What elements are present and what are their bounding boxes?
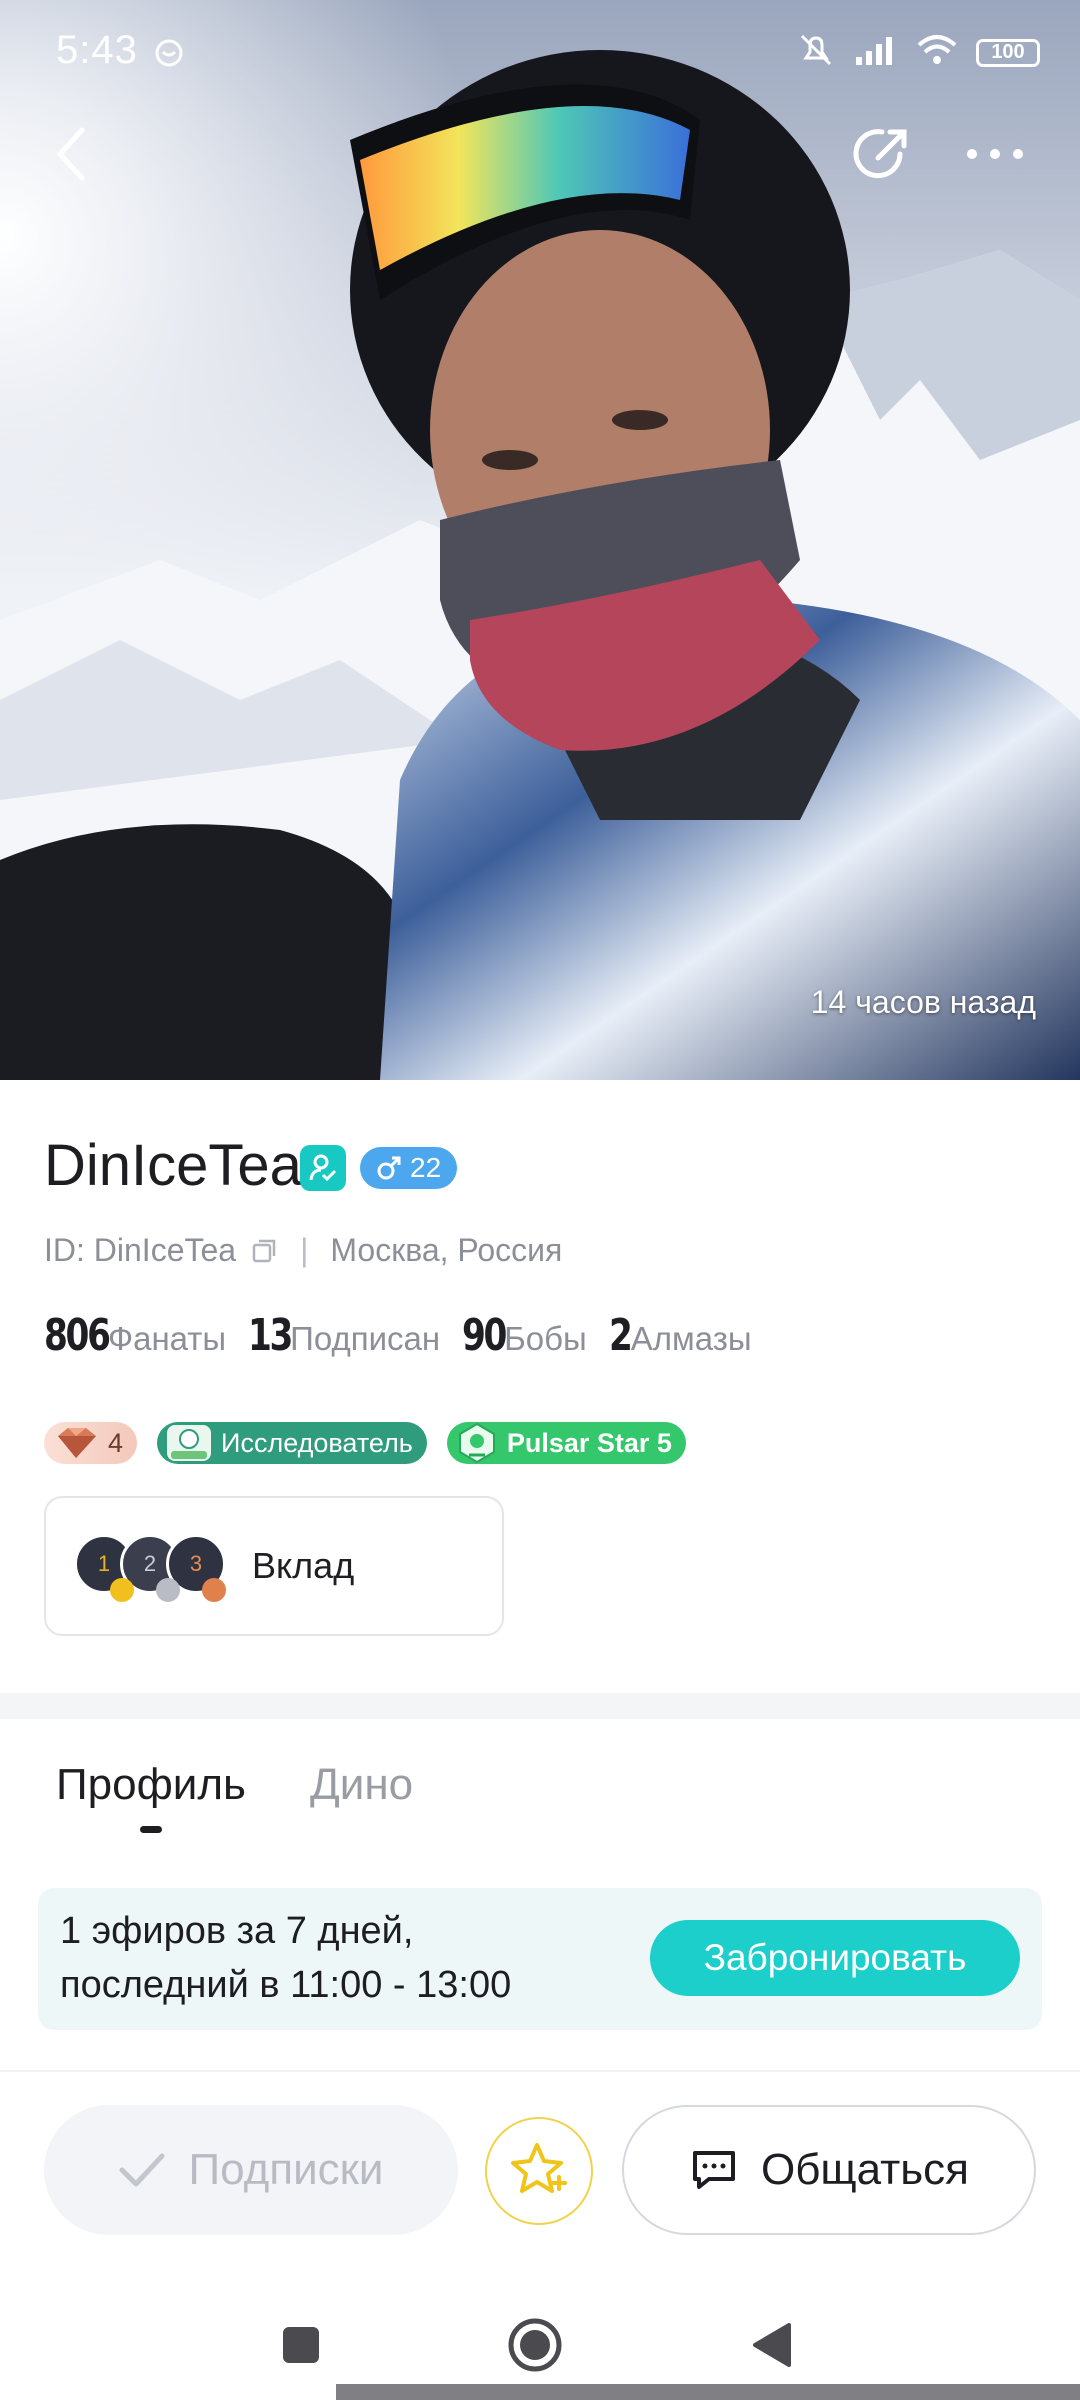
user-location: Москва, Россия [330, 1232, 563, 1268]
back-button[interactable] [32, 114, 112, 194]
triangle-back-icon [753, 2323, 791, 2367]
profile-tabs: Профиль Дино [0, 1760, 1080, 1840]
explorer-icon [167, 1425, 212, 1461]
status-time: 5:43 [56, 28, 138, 72]
id-separator: | [300, 1232, 309, 1268]
check-icon [119, 2153, 165, 2187]
section-divider [0, 1693, 1080, 1719]
status-icons: 100 [796, 30, 1040, 75]
share-icon [853, 129, 907, 179]
copy-icon[interactable] [250, 1237, 278, 1265]
download-icon [152, 36, 186, 75]
silver-medal-icon [156, 1578, 180, 1602]
book-button[interactable]: Забронировать [650, 1920, 1020, 1996]
chat-label: Общаться [760, 2145, 970, 2194]
battery-icon: 100 [976, 38, 1040, 67]
rank-2-label: 2 [143, 1551, 157, 1576]
contribution-label: Вклад [252, 1545, 355, 1586]
back-icon [56, 127, 85, 181]
home-button[interactable] [500, 2310, 570, 2380]
diamond-level-badge[interactable]: 4 [44, 1422, 138, 1464]
rank-3-label: 3 [189, 1551, 203, 1576]
age-label: 22 [410, 1152, 442, 1183]
favorite-button[interactable] [485, 2117, 593, 2225]
diamond-level-count: 4 [108, 1427, 124, 1458]
badges-row: 4 Исследователь Pulsar Star 5 [44, 1422, 686, 1464]
stat-value: 806 [44, 1310, 111, 1361]
user-id: ID: DinIceTea [44, 1232, 237, 1268]
pulsar-badge[interactable]: Pulsar Star 5 [446, 1422, 686, 1464]
bottom-separator [0, 2070, 1080, 2072]
contribution-card[interactable]: 1 2 3 Вклад [44, 1496, 504, 1636]
following-label: Подписки [188, 2145, 384, 2194]
verified-badge[interactable] [300, 1145, 346, 1191]
pulsar-icon [458, 1422, 495, 1464]
stat-beans[interactable]: 90Бобы [462, 1310, 609, 1361]
stat-label: Подписан [290, 1320, 441, 1357]
tab-indicator [140, 1826, 162, 1833]
explorer-badge[interactable]: Исследователь [157, 1422, 427, 1464]
chat-button[interactable]: Общаться [622, 2105, 1036, 2235]
gesture-bar [336, 2384, 1080, 2400]
home-circle-icon [508, 2318, 562, 2372]
live-schedule-text: 1 эфиров за 7 дней, последний в 11:00 - … [60, 1904, 511, 2012]
silent-icon [796, 30, 836, 75]
stat-label: Фанаты [108, 1320, 227, 1357]
stat-value: 90 [462, 1310, 507, 1361]
star-plus-icon [511, 2143, 567, 2193]
gold-medal-icon [110, 1578, 134, 1602]
status-bar: 5:43 100 [0, 0, 1080, 110]
photo-timestamp: 14 часов назад [810, 984, 1036, 1020]
stat-value: 2 [608, 1310, 633, 1361]
more-button[interactable] [955, 114, 1035, 194]
stats-row: 806Фанаты 13Подписан 90Бобы 2Алмазы [44, 1310, 774, 1361]
tab-profile[interactable]: Профиль [56, 1760, 246, 1810]
wifi-icon [916, 33, 958, 72]
explorer-label: Исследователь [221, 1427, 413, 1458]
system-back-button[interactable] [736, 2310, 806, 2380]
live-schedule-line2: последний в 11:00 - 13:00 [60, 1964, 512, 2006]
gender-age-badge: 22 [360, 1147, 458, 1189]
stat-label: Алмазы [630, 1320, 752, 1357]
following-button[interactable]: Подписки [44, 2105, 458, 2235]
stat-label: Бобы [504, 1320, 587, 1357]
more-icon [967, 149, 1023, 159]
pulsar-label: Pulsar Star 5 [506, 1427, 672, 1458]
verified-user-icon [309, 1154, 337, 1182]
tab-dino[interactable]: Дино [310, 1760, 413, 1810]
bronze-medal-icon [202, 1578, 226, 1602]
profile-name: DinIceTea [44, 1133, 302, 1198]
live-schedule-line1: 1 эфиров за 7 дней, [60, 1910, 414, 1952]
rank-1-label: 1 [97, 1551, 111, 1576]
contribution-ranks: 1 2 3 [74, 1528, 234, 1604]
stat-following[interactable]: 13Подписан [248, 1310, 462, 1361]
stat-value: 13 [248, 1310, 293, 1361]
male-icon [377, 1156, 401, 1180]
share-button[interactable] [842, 114, 922, 194]
stat-diamonds[interactable]: 2Алмазы [609, 1310, 774, 1361]
recent-apps-button[interactable] [266, 2310, 336, 2380]
square-icon [283, 2327, 319, 2363]
diamond-icon [58, 1428, 96, 1458]
chat-icon [692, 2151, 735, 2189]
signal-icon [854, 33, 898, 72]
id-location-row: ID: DinIceTea | Москва, Россия [44, 1232, 562, 1269]
stat-fans[interactable]: 806Фанаты [44, 1310, 248, 1361]
